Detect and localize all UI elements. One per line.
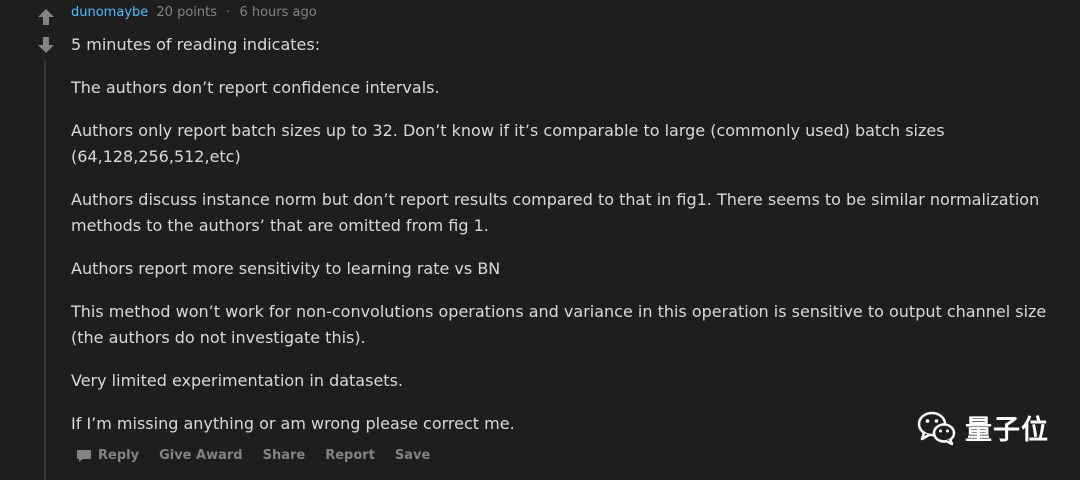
watermark-text: 量子位 (965, 415, 1049, 446)
share-button[interactable]: Share (263, 448, 306, 463)
comment-body: 5 minutes of reading indicates: The auth… (71, 32, 1061, 437)
upvote-arrow-icon (38, 9, 54, 25)
comment-timestamp[interactable]: 6 hours ago (239, 5, 316, 20)
reply-label: Reply (98, 448, 140, 463)
comment-paragraph: 5 minutes of reading indicates: (71, 35, 321, 54)
comment-paragraph: Authors discuss instance norm but don’t … (71, 190, 1040, 235)
meta-separator: · (226, 5, 231, 20)
comment-paragraph: If I’m missing anything or am wrong plea… (71, 414, 515, 433)
comment-paragraph: The authors don’t report confidence inte… (71, 78, 440, 97)
give-award-label: Give Award (159, 448, 243, 463)
save-label: Save (394, 448, 431, 463)
give-award-button[interactable]: Give Award (159, 448, 243, 463)
report-label: Report (325, 448, 375, 463)
vote-column (34, 6, 58, 62)
upvote-button[interactable] (34, 6, 58, 28)
comment-points: 20 points (156, 5, 218, 20)
reply-button[interactable]: Reply (76, 448, 139, 463)
comment-paragraph: Authors report more sensitivity to learn… (71, 259, 501, 278)
comment-actions: Reply Give Award Share Report Save (76, 448, 450, 463)
watermark: 量子位 (917, 408, 1049, 447)
downvote-arrow-icon (38, 37, 54, 53)
downvote-button[interactable] (34, 34, 58, 56)
report-button[interactable]: Report (325, 448, 375, 463)
comment-author[interactable]: dunomaybe (71, 5, 148, 20)
wechat-icon (917, 411, 956, 445)
share-label: Share (262, 448, 306, 463)
thread-line[interactable] (44, 60, 46, 480)
comment-paragraph: Very limited experimentation in datasets… (71, 371, 403, 390)
comment: dunomaybe 20 points · 6 hours ago 5 minu… (71, 4, 1061, 437)
comment-paragraph: This method won’t work for non-convoluti… (71, 302, 1047, 347)
comment-meta: dunomaybe 20 points · 6 hours ago (71, 4, 1061, 22)
save-button[interactable]: Save (395, 448, 430, 463)
reply-icon (77, 449, 91, 462)
comment-paragraph: Authors only report batch sizes up to 32… (71, 121, 945, 166)
